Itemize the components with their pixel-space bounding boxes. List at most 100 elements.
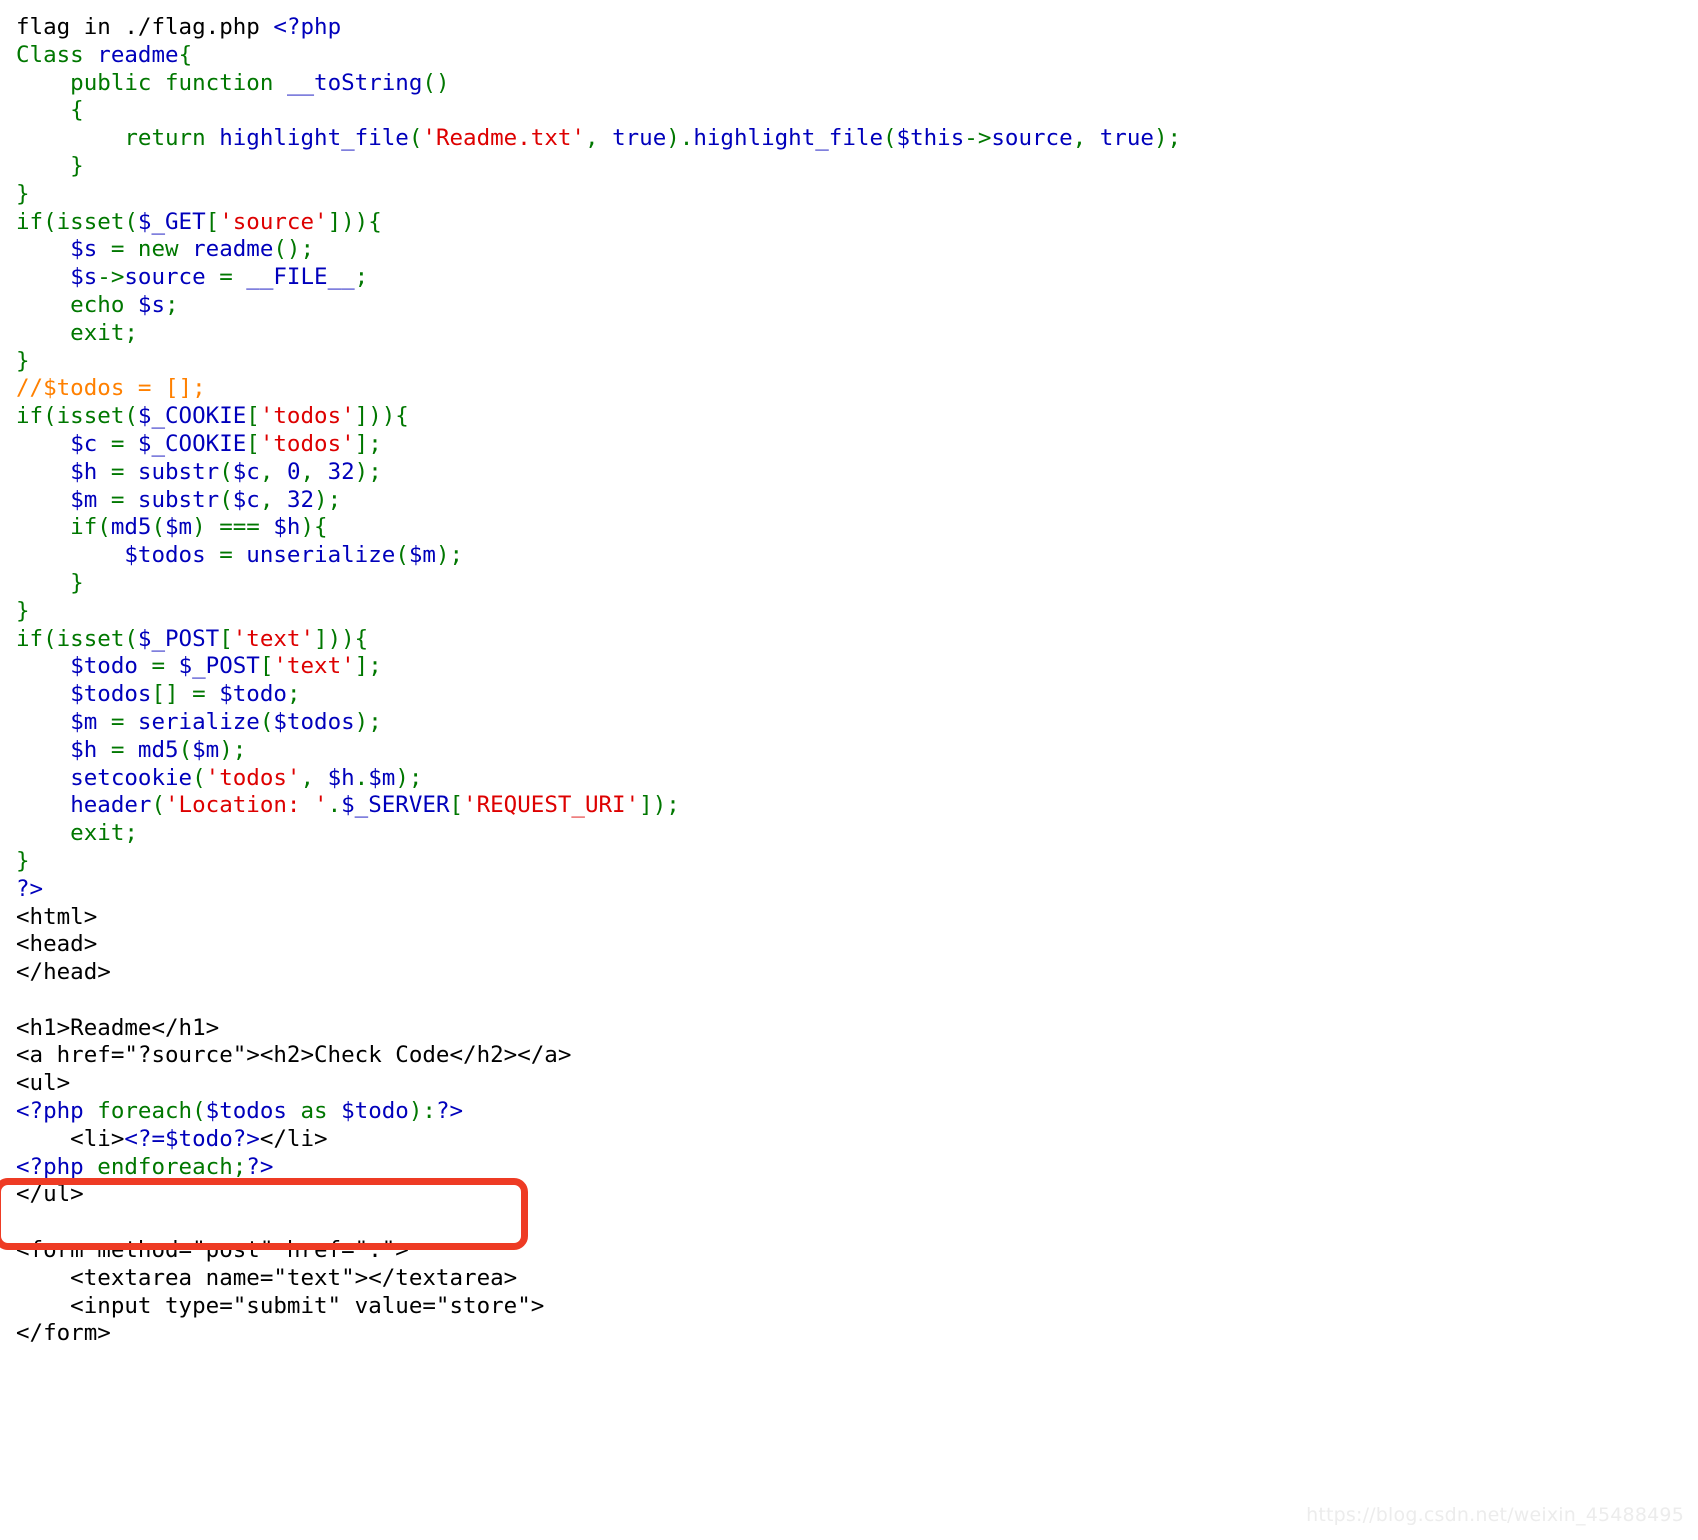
code-line: $m = substr($c, 32);	[16, 487, 1676, 515]
code-token: __FILE__	[246, 264, 355, 291]
code-line: <input type="submit" value="store">	[16, 1293, 1676, 1321]
code-line: if(isset($_GET['source'])){	[16, 209, 1676, 237]
code-line: $s = new readme();	[16, 236, 1676, 264]
code-token: <html>	[16, 903, 98, 930]
code-token: ,	[584, 125, 613, 152]
code-token: Class	[16, 41, 98, 68]
code-line: <form method="post" href=".">	[16, 1237, 1676, 1265]
code-token: serialize	[137, 708, 260, 735]
code-token: __toString	[286, 69, 423, 96]
code-token: );	[314, 486, 342, 513]
code-token: ).	[666, 125, 694, 152]
code-line: $todos[] = $todo;	[16, 681, 1676, 709]
code-token: <h1>Readme</h1>	[16, 1014, 220, 1041]
code-line: public function __toString()	[16, 70, 1676, 98]
code-token: ,	[300, 458, 328, 485]
code-token: source	[991, 125, 1073, 152]
code-token: [	[259, 653, 274, 680]
code-token: (	[178, 736, 193, 763]
code-line: }	[16, 348, 1676, 376]
code-line: ?>	[16, 876, 1676, 904]
code-line: //$todos = [];	[16, 375, 1676, 403]
code-token: ->	[97, 264, 125, 291]
code-line: $todo = $_POST['text'];	[16, 653, 1676, 681]
code-token: ])){	[314, 625, 369, 652]
code-line: flag in ./flag.php <?php	[16, 14, 1676, 42]
code-token: =	[97, 708, 138, 735]
code-token: <?php	[16, 1153, 98, 1180]
code-token: );	[219, 736, 247, 763]
code-token: $_COOKIE	[137, 430, 247, 457]
code-token: $c	[232, 486, 260, 513]
code-token: $todos	[70, 681, 152, 708]
code-token: $_GET	[137, 208, 206, 235]
code-token: $todo	[219, 681, 287, 708]
code-token: $c	[232, 458, 260, 485]
code-token: ?>	[232, 1125, 260, 1152]
code-token: $todos	[205, 1098, 287, 1125]
code-line: <?php endforeach;?>	[16, 1154, 1676, 1182]
code-token: ];	[354, 653, 382, 680]
code-line: <textarea name="text"></textarea>	[16, 1265, 1676, 1293]
code-token: );	[354, 458, 382, 485]
code-line: }	[16, 848, 1676, 876]
code-token: [] =	[151, 681, 220, 708]
code-token: $s	[70, 264, 98, 291]
code-token: substr	[137, 458, 220, 485]
code-token: $s	[137, 291, 166, 318]
code-token: (	[219, 486, 233, 513]
code-token: =	[97, 486, 138, 513]
code-token: if(	[16, 514, 111, 541]
code-token: setcookie	[70, 764, 193, 791]
code-token: $h	[327, 764, 355, 791]
code-token: =	[205, 542, 247, 569]
code-token: }	[16, 597, 30, 624]
code-token: (	[151, 514, 166, 541]
code-token: (	[192, 764, 206, 791]
code-token: $h	[70, 458, 98, 485]
code-token: (	[259, 708, 274, 735]
code-token: 'text'	[232, 625, 315, 652]
code-token: =	[205, 264, 247, 291]
code-token: =	[97, 736, 138, 763]
code-token: $m	[70, 708, 98, 735]
code-line: <li><?=$todo?></li>	[16, 1126, 1676, 1154]
code-token: ;	[286, 681, 301, 708]
code-token: ,	[300, 764, 328, 791]
code-token: echo	[16, 291, 138, 318]
code-token: $h	[273, 514, 301, 541]
code-token: }	[16, 347, 30, 374]
code-line: <ul>	[16, 1070, 1676, 1098]
code-token: md5	[110, 514, 152, 541]
code-line: $h = md5($m);	[16, 737, 1676, 765]
code-line: $m = serialize($todos);	[16, 709, 1676, 737]
code-line: }	[16, 153, 1676, 181]
code-token: ?>	[246, 1153, 274, 1180]
code-token: [	[219, 625, 233, 652]
code-token: </li>	[259, 1125, 328, 1152]
code-token: //$todos = [];	[16, 375, 206, 402]
code-token: 'source'	[219, 208, 328, 235]
code-token: ) ===	[192, 514, 274, 541]
code-token: .	[327, 792, 342, 819]
code-line: <head>	[16, 931, 1676, 959]
code-token: [	[246, 403, 260, 430]
code-token: ,	[1072, 125, 1100, 152]
code-token: $m	[368, 764, 396, 791]
code-token: <a href="?source"><h2>Check Code</h2></a…	[16, 1042, 572, 1069]
code-token: .	[354, 764, 369, 791]
code-token: ()	[422, 69, 450, 96]
code-token: if(isset(	[16, 625, 138, 652]
code-token: ];	[354, 430, 382, 457]
code-token: [	[246, 430, 260, 457]
code-token: ]);	[639, 792, 680, 819]
code-token: foreach(	[97, 1098, 206, 1125]
code-line: if(isset($_POST['text'])){	[16, 626, 1676, 654]
